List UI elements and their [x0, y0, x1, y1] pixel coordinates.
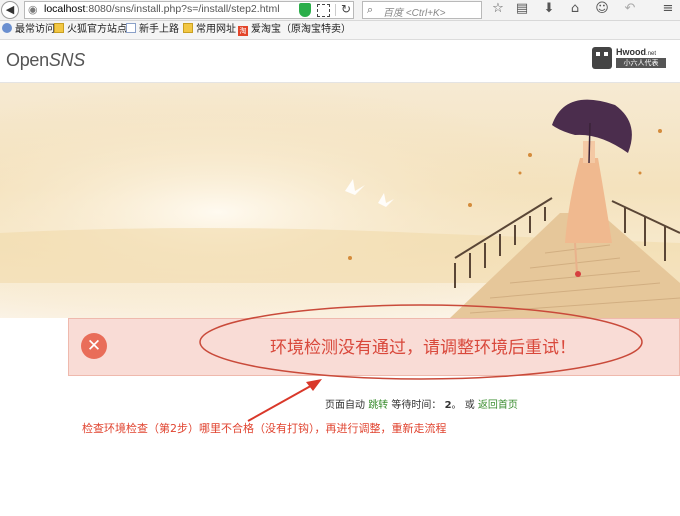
bookmark-most-visited[interactable]: 最常访问	[2, 23, 55, 37]
url-text: localhost:8080/sns/install.php?s=/instal…	[44, 3, 280, 15]
bookmark-getting-started[interactable]: 新手上路	[126, 23, 179, 37]
reload-icon[interactable]: ↻	[341, 2, 351, 16]
star-icon[interactable]: ☆	[490, 1, 506, 17]
banner-painting	[0, 83, 680, 318]
bookmark-taobao[interactable]: 淘爱淘宝（原淘宝特卖）	[238, 23, 351, 37]
browser-toolbar: ◀ ◉ localhost:8080/sns/install.php?s=/in…	[0, 0, 680, 21]
smiley-icon[interactable]: ☺	[594, 1, 610, 17]
menu-icon[interactable]: ≡	[660, 1, 676, 17]
error-message: 环境检测没有通过，请调整环境后重试！	[270, 338, 576, 358]
badge-brand: Hwood.net	[616, 47, 657, 57]
return-home-link[interactable]: 返回首页	[478, 400, 518, 411]
site-header: OpenSNS Hwood.net 小六人代表	[0, 40, 680, 83]
close-icon: ✕	[81, 333, 107, 359]
undo-icon[interactable]: ↶	[622, 1, 638, 17]
bookmark-firefox-official[interactable]: 火狐官方站点	[54, 23, 127, 37]
robot-icon	[592, 47, 612, 69]
gear-icon	[2, 23, 12, 33]
back-icon[interactable]: ◀	[1, 1, 19, 19]
jump-link[interactable]: 跳转	[368, 400, 388, 411]
folder-icon	[183, 23, 193, 33]
annotation-note: 检查环境检查（第2步）哪里不合格（没有打钩），再进行调整，重新走流程	[82, 422, 447, 435]
home-icon[interactable]: ⌂	[567, 1, 583, 17]
redirect-notice: 页面自动 跳转 等待时间： 2。 或 返回首页	[325, 400, 518, 411]
qrcode-icon[interactable]	[317, 4, 330, 17]
shield-icon[interactable]	[299, 3, 311, 17]
badge-tag: 小六人代表	[616, 58, 666, 68]
bookmarks-bar: 最常访问 火狐官方站点 新手上路 常用网址 淘爱淘宝（原淘宝特卖）	[0, 21, 680, 40]
search-icon[interactable]: ⌕	[367, 3, 373, 17]
countdown-seconds: 2	[444, 400, 452, 411]
page-icon	[126, 23, 136, 33]
hwood-badge: Hwood.net 小六人代表	[592, 47, 674, 69]
clipboard-icon[interactable]: ▤	[514, 1, 530, 17]
url-bar[interactable]: ◉ localhost:8080/sns/install.php?s=/inst…	[24, 1, 354, 19]
search-placeholder: 百度 <Ctrl+K>	[383, 8, 446, 19]
download-icon[interactable]: ⬇	[541, 1, 557, 17]
url-divider	[335, 4, 336, 16]
annotation-arrowhead	[306, 379, 322, 391]
opensns-logo[interactable]: OpenSNS	[6, 50, 85, 71]
annotation-arrow	[247, 382, 317, 422]
search-input[interactable]: ⌕ 百度 <Ctrl+K>	[362, 1, 482, 19]
folder-icon	[54, 23, 64, 33]
globe-icon: ◉	[28, 3, 38, 16]
banner-illustration	[0, 83, 680, 318]
bookmark-common-sites[interactable]: 常用网址	[183, 23, 236, 37]
taobao-icon: 淘	[238, 26, 248, 36]
